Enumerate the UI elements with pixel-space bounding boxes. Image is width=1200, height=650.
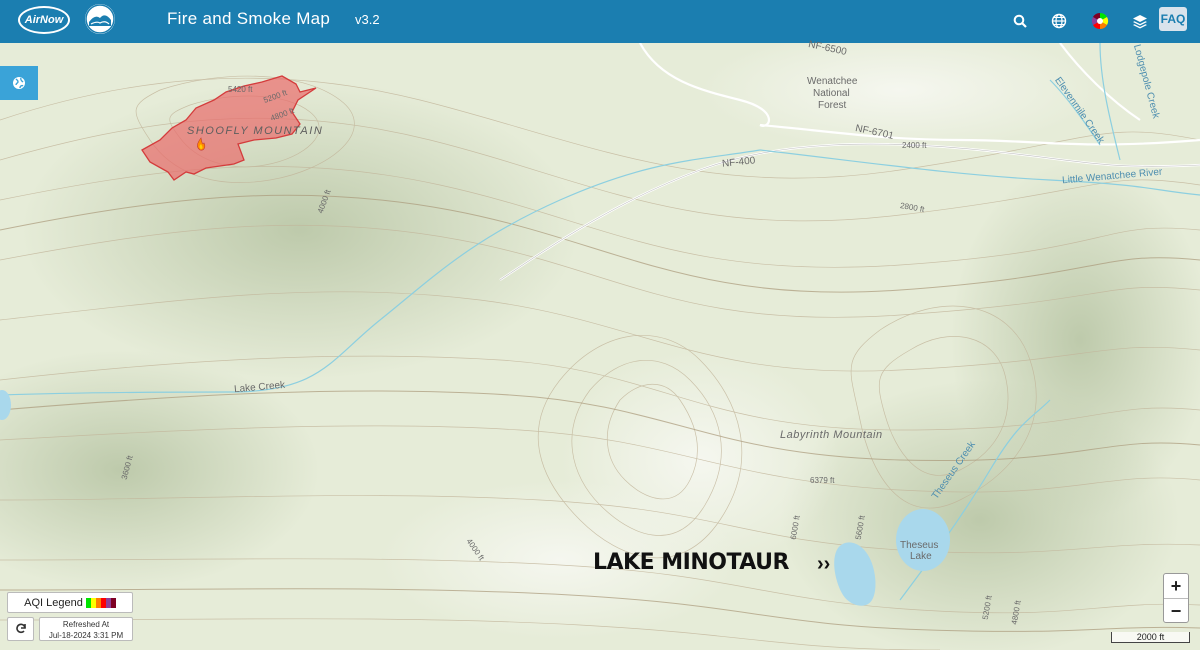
forest-label-line1: Wenatchee [807, 76, 858, 87]
refreshed-at-box: Refreshed At Jul-18-2024 3:31 PM [39, 617, 133, 641]
agency-logo-icon [85, 4, 115, 34]
lake-minotaur-callout: LAKE MINOTAUR [593, 550, 789, 575]
airnow-logo[interactable]: AirNow [18, 6, 70, 34]
top-navigation-bar: AirNow Fire and Smoke Map v3.2 FAQ [0, 0, 1200, 43]
aqi-legend-button[interactable]: AQI Legend [7, 592, 133, 613]
search-icon[interactable] [1008, 9, 1032, 33]
callout-arrow: ›› [817, 553, 831, 575]
labyrinth-mountain-label: Labyrinth Mountain [780, 429, 883, 441]
aqi-legend-label: AQI Legend [24, 596, 83, 609]
zoom-control: + − [1163, 573, 1189, 623]
refresh-icon [15, 623, 26, 634]
scale-bar: 2000 ft [1111, 632, 1190, 643]
faq-button[interactable]: FAQ [1159, 7, 1187, 31]
topographic-map[interactable]: NF-6500 Wenatchee National Forest NF-670… [0, 39, 1200, 650]
aqi-color-swatches [85, 597, 116, 608]
elevation-2400: 2400 ft [902, 141, 927, 150]
theseus-lake-label-1: Theseus [900, 540, 939, 551]
refreshed-at-time: Jul-18-2024 3:31 PM [48, 631, 124, 640]
refreshed-at-label: Refreshed At [62, 620, 110, 629]
elevation-6379: 6379 ft [810, 476, 835, 485]
shoofly-mountain-label: SHOOFLY MOUNTAIN [187, 125, 324, 137]
zoom-out-button[interactable]: − [1164, 598, 1188, 623]
faq-label: FAQ [1160, 12, 1186, 26]
scale-bar-label: 2000 ft [1136, 632, 1165, 642]
layers-icon[interactable] [1128, 9, 1152, 33]
refresh-button[interactable] [7, 617, 34, 641]
forest-label-line3: Forest [818, 100, 847, 111]
zoom-in-button[interactable]: + [1164, 574, 1188, 598]
globe-icon [13, 77, 25, 89]
theseus-lake-label-2: Lake [910, 551, 932, 562]
agency-logo[interactable] [85, 4, 115, 34]
aqi-color-wheel-icon[interactable] [1088, 9, 1112, 33]
forest-label-line2: National [813, 88, 850, 99]
airnow-logo-text: AirNow [24, 14, 64, 26]
app-title: Fire and Smoke Map [167, 9, 331, 28]
globe-icon[interactable] [1047, 9, 1071, 33]
elevation-5420: 5420 ft [228, 85, 253, 94]
app-version: v3.2 [355, 12, 380, 27]
basemap-toggle-button[interactable] [0, 66, 38, 100]
